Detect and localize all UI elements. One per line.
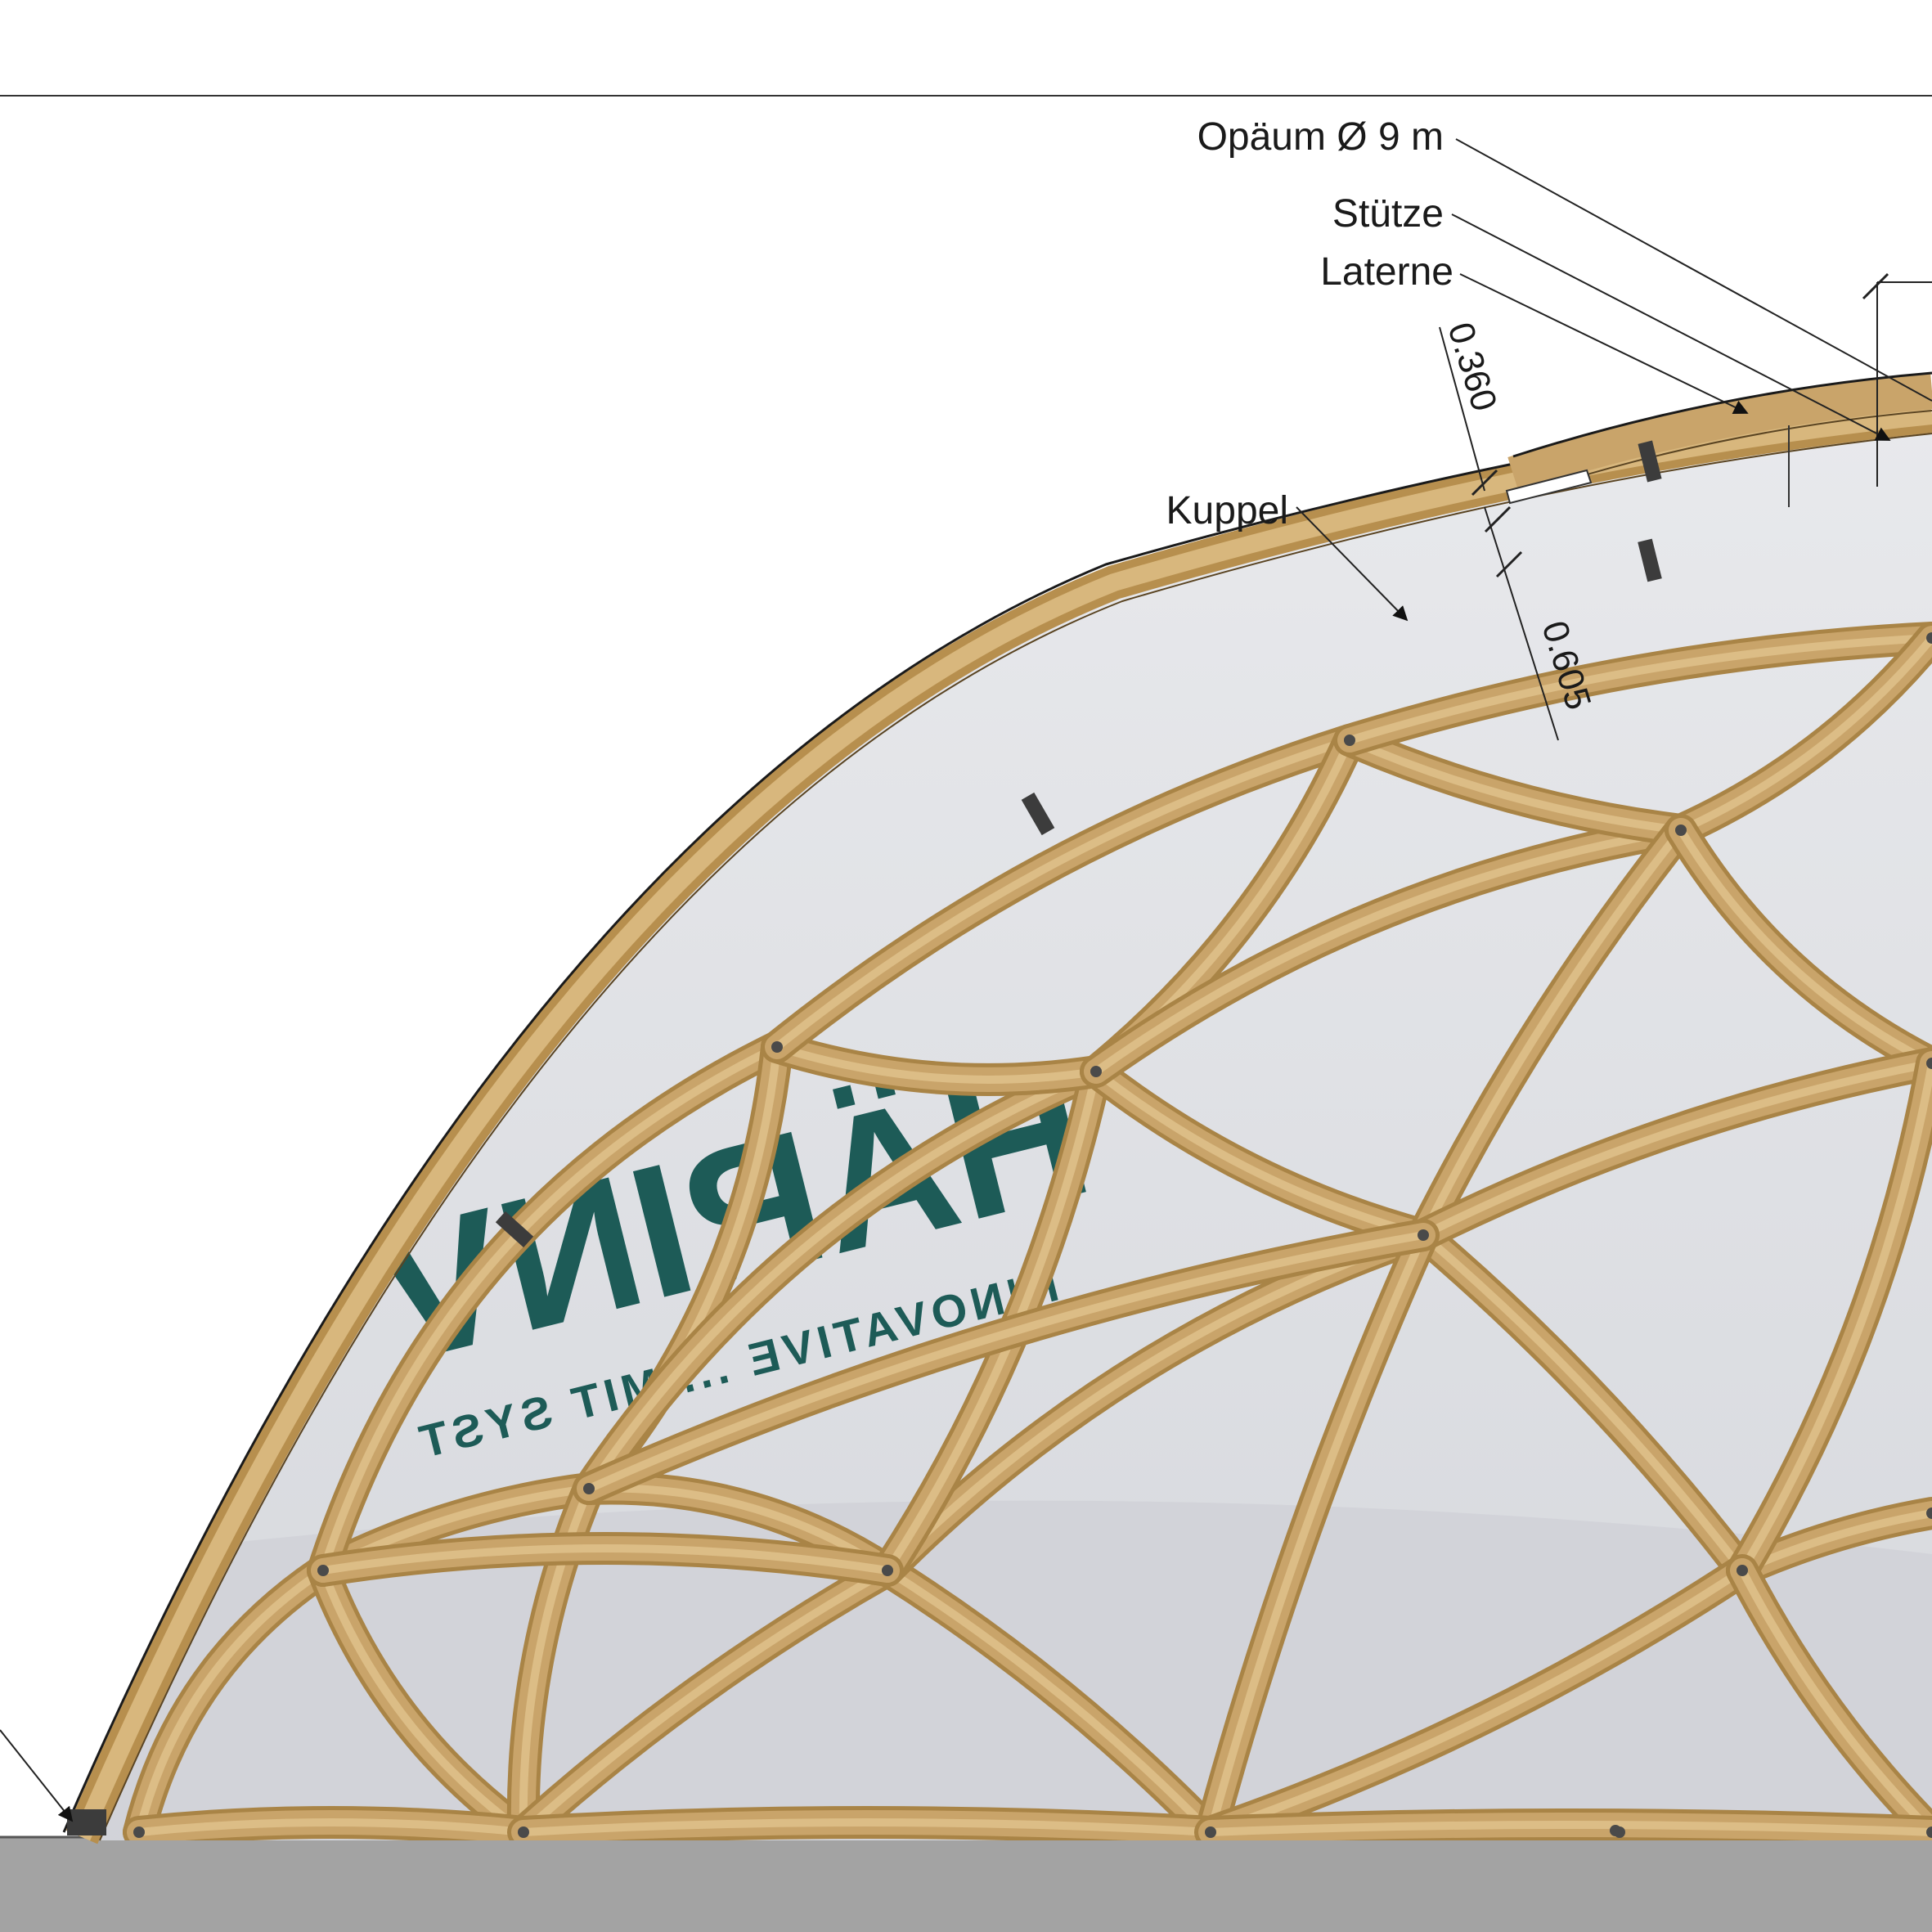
label-oculus: Opäum Ø 9 m — [1197, 115, 1444, 159]
beam-node-connector — [1205, 1826, 1216, 1838]
lower-opening-shadow — [90, 1500, 1932, 1840]
leader-column — [1451, 213, 1891, 441]
beam-node-connector — [317, 1565, 329, 1576]
dim-tick — [1862, 272, 1889, 300]
beam-node-connector — [1737, 1565, 1748, 1576]
label-lantern: Laterne — [1320, 250, 1453, 294]
beam-node-connector — [771, 1041, 783, 1053]
beam-node-connector — [1610, 1825, 1621, 1836]
leader-foot — [0, 1729, 74, 1822]
label-column: Stütze — [1332, 192, 1444, 236]
beam-node-connector — [1675, 824, 1687, 836]
beam-node-connector — [1090, 1066, 1102, 1077]
dome-section-drawing: HÄRINV INNOVATIVE ... MIT SYST 0.360 0.6… — [0, 95, 1932, 1932]
beam-node-connector — [1418, 1229, 1429, 1241]
beam-node-connector — [133, 1826, 145, 1838]
beam-node-connector — [882, 1565, 893, 1576]
beam-node-connector — [583, 1483, 595, 1494]
beam-node-connector — [1344, 735, 1355, 746]
shell-foot-joint — [67, 1809, 106, 1835]
beam-node-connector — [518, 1826, 529, 1838]
leader-oculus — [1455, 138, 1932, 402]
label-dome: Kuppel — [1166, 489, 1288, 532]
ground-slab — [0, 1837, 1932, 1932]
